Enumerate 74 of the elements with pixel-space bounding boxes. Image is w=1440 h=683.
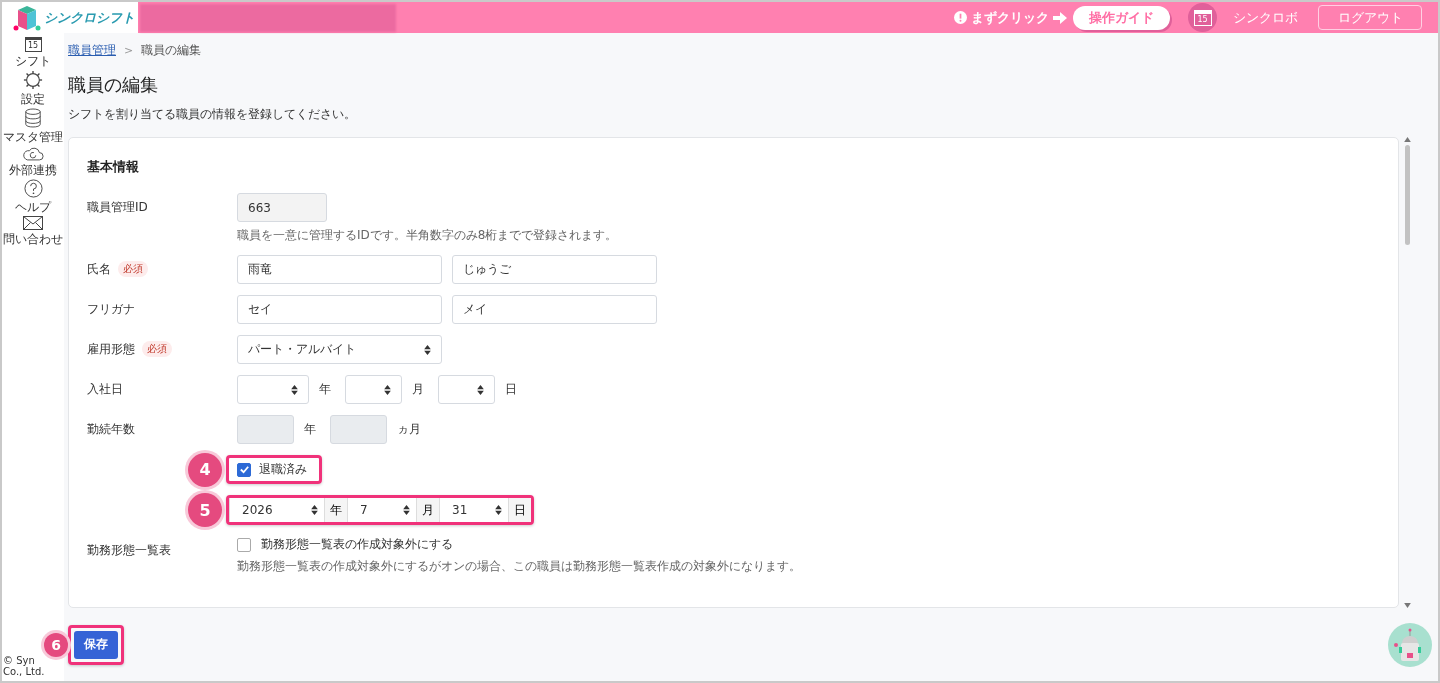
calendar-icon: 15: [24, 37, 42, 52]
copyright-text: © Syn: [2, 655, 35, 666]
field-label: フリガナ: [87, 301, 135, 318]
unit-label: 年: [324, 498, 347, 522]
scroll-up-icon[interactable]: [1404, 137, 1411, 142]
page-title: 職員の編集: [68, 73, 159, 97]
sidebar-item[interactable]: ヘルプ: [2, 179, 64, 216]
field-hint: 職員を一意に管理するIDです。半角数字のみ8桁までで登録されます。: [237, 227, 618, 244]
step-badge: 5: [188, 493, 222, 527]
guide-hint: まずクリック: [971, 8, 1049, 27]
unit-label: 日: [508, 498, 531, 522]
unit-label: 年: [304, 421, 316, 438]
app-name: シンクロシフト: [44, 8, 135, 27]
select-arrows-icon: [495, 505, 502, 515]
text-field[interactable]: セイ: [237, 295, 442, 324]
field-label: 職員管理ID: [87, 199, 148, 216]
text-field[interactable]: メイ: [452, 295, 657, 324]
unit-label: ヵ月: [397, 421, 421, 438]
checkbox[interactable]: [237, 462, 251, 477]
checkbox-label[interactable]: 勤務形態一覧表の作成対象外にする: [261, 536, 453, 553]
robot-icon[interactable]: [1388, 622, 1432, 667]
sidebar-item[interactable]: 外部連携: [2, 146, 64, 179]
sidebar-item[interactable]: 15 シフト: [2, 37, 64, 70]
unit-label: 月: [416, 498, 439, 522]
field-label: 勤務形態一覧表: [87, 542, 171, 559]
database-icon: [24, 108, 42, 128]
select-field[interactable]: [345, 375, 402, 404]
sidebar-item[interactable]: マスタ管理: [2, 108, 64, 146]
breadcrumb-link[interactable]: 職員管理: [68, 42, 116, 59]
user-name: シンクロボ: [1233, 8, 1298, 27]
unit-label: 日: [505, 381, 517, 398]
scroll-down-icon[interactable]: [1404, 603, 1411, 608]
readonly-field: [330, 415, 387, 444]
required-tag: 必須: [142, 341, 172, 357]
breadcrumb-current: 職員の編集: [141, 42, 202, 59]
select-arrows-icon: [477, 384, 484, 395]
sidebar-item[interactable]: 問い合わせ: [2, 216, 64, 248]
settings-icon: [23, 70, 43, 90]
id-field[interactable]: 663: [237, 193, 327, 222]
breadcrumb-separator: >: [124, 44, 134, 57]
field-hint: 勤務形態一覧表の作成対象外にするがオンの場合、この職員は勤務形態一覧表作成の対象外になります。: [237, 558, 801, 575]
text-field[interactable]: じゅうご: [452, 255, 657, 284]
mail-icon: [23, 216, 43, 230]
scrollbar-thumb[interactable]: [1405, 145, 1410, 245]
select-arrows-icon: [311, 505, 318, 515]
unit-label: 年: [319, 381, 331, 398]
text-field[interactable]: 雨竜: [237, 255, 442, 284]
select-arrows-icon: [384, 384, 391, 395]
unit-label: 月: [412, 381, 424, 398]
select-field[interactable]: パート・アルバイト: [237, 335, 442, 364]
readonly-field: [237, 415, 294, 444]
select-field[interactable]: [237, 375, 309, 404]
help-icon: [23, 179, 43, 198]
logo-icon: [12, 3, 42, 32]
field-label: 氏名: [87, 261, 111, 278]
page-description: シフトを割り当てる職員の情報を登録してください。: [68, 106, 357, 123]
copyright-text: Co., Ltd.: [2, 666, 45, 677]
cloud-sync-icon: [22, 146, 44, 161]
save-button[interactable]: 保存: [74, 630, 118, 659]
section-title: 基本情報: [87, 158, 140, 176]
select-arrows-icon: [424, 344, 431, 355]
checkbox[interactable]: [237, 537, 251, 552]
step-badge: 4: [188, 452, 222, 487]
required-tag: 必須: [118, 261, 148, 277]
sidebar-item[interactable]: 設定: [2, 70, 64, 108]
select-arrows-icon: [291, 384, 298, 395]
field-label: 勤続年数: [87, 421, 135, 438]
exclamation-icon: [954, 11, 967, 24]
step-badge: 6: [44, 632, 68, 657]
select-arrows-icon: [403, 505, 410, 515]
field-label: 入社日: [87, 381, 123, 398]
select-field[interactable]: [438, 375, 495, 404]
right-arrow-icon: [1053, 11, 1067, 24]
field-label: 雇用形態: [87, 341, 135, 358]
